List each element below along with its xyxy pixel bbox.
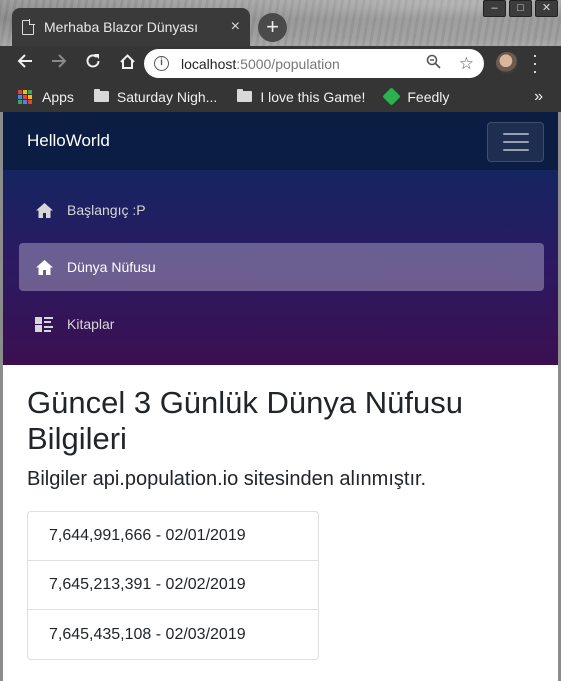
browser-toolbar: i localhost:5000/population ☆ · · · bbox=[0, 46, 561, 81]
back-arrow-icon[interactable] bbox=[8, 53, 42, 74]
bookmark-label: Apps bbox=[42, 88, 74, 105]
address-bar[interactable]: i localhost:5000/population ☆ bbox=[144, 49, 484, 78]
bookmark-folder-saturday[interactable]: Saturday Nigh... bbox=[93, 88, 218, 105]
site-info-icon[interactable]: i bbox=[154, 56, 169, 71]
list-item: 7,644,991,666 - 02/01/2019 bbox=[28, 512, 318, 561]
page-subtitle: Bilgiler api.population.io sitesinden al… bbox=[27, 468, 427, 490]
reload-icon[interactable] bbox=[76, 53, 110, 74]
population-list: 7,644,991,666 - 02/01/2019 7,645,213,391… bbox=[27, 511, 319, 660]
home-icon bbox=[35, 258, 53, 276]
folder-icon bbox=[93, 89, 109, 102]
profile-avatar[interactable] bbox=[496, 52, 518, 74]
nav-item-label: Kitaplar bbox=[67, 316, 115, 332]
app-navbar: HelloWorld bbox=[3, 112, 558, 170]
browser-tab-strip: Merhaba Blazor Dünyası × + – □ ✕ bbox=[0, 0, 561, 46]
bookmark-label: Saturday Nigh... bbox=[116, 88, 218, 105]
minimize-button[interactable]: – bbox=[483, 0, 506, 17]
zoom-icon[interactable] bbox=[426, 54, 441, 73]
home-icon bbox=[35, 201, 53, 219]
forward-arrow-icon[interactable] bbox=[42, 53, 76, 74]
tab-title: Merhaba Blazor Dünyası bbox=[44, 19, 199, 35]
bookmarks-overflow-icon[interactable]: » bbox=[534, 88, 543, 106]
page-title: Güncel 3 Günlük Dünya Nüfusu Bilgileri bbox=[27, 385, 463, 456]
bookmark-label: I love this Game! bbox=[260, 88, 366, 105]
tab-close-icon[interactable]: × bbox=[231, 18, 240, 36]
bookmark-apps[interactable]: Apps bbox=[0, 89, 74, 105]
feedly-icon bbox=[382, 87, 402, 106]
navbar-toggle-button[interactable] bbox=[487, 122, 544, 162]
sidebar-nav: Başlangıç :P Dünya Nüfusu Kitaplar bbox=[3, 170, 558, 365]
bookmark-folder-game[interactable]: I love this Game! bbox=[237, 89, 365, 105]
folder-icon bbox=[237, 89, 253, 102]
bookmark-feedly[interactable]: Feedly bbox=[382, 87, 450, 106]
new-tab-button[interactable]: + bbox=[258, 13, 287, 42]
browser-menu-icon[interactable]: · · · bbox=[532, 46, 538, 80]
nav-item-label: Başlangıç :P bbox=[67, 202, 146, 218]
list-item: 7,645,435,108 - 02/03/2019 bbox=[49, 625, 246, 643]
app-brand[interactable]: HelloWorld bbox=[27, 131, 110, 151]
nav-item-home[interactable]: Başlangıç :P bbox=[19, 186, 544, 234]
close-window-button[interactable]: ✕ bbox=[535, 0, 558, 17]
list-icon bbox=[35, 315, 53, 333]
browser-tab[interactable]: Merhaba Blazor Dünyası × bbox=[12, 8, 250, 46]
nav-item-population[interactable]: Dünya Nüfusu bbox=[19, 243, 544, 291]
url-text[interactable]: localhost:5000/population bbox=[181, 56, 340, 72]
bookmark-star-icon[interactable]: ☆ bbox=[459, 54, 474, 74]
maximize-button[interactable]: □ bbox=[509, 0, 532, 17]
main-content: Güncel 3 Günlük Dünya Nüfusu Bilgileri B… bbox=[3, 365, 558, 681]
window-controls: – □ ✕ bbox=[483, 0, 558, 17]
page-icon bbox=[22, 18, 35, 35]
bookmark-label: Feedly bbox=[407, 88, 450, 105]
nav-item-books[interactable]: Kitaplar bbox=[19, 300, 544, 348]
list-item: 7,645,213,391 - 02/02/2019 bbox=[28, 561, 318, 610]
bookmarks-bar: Apps Saturday Nigh... I love this Game! … bbox=[0, 81, 561, 112]
home-icon[interactable] bbox=[110, 53, 144, 75]
apps-grid-icon bbox=[18, 89, 32, 104]
nav-item-label: Dünya Nüfusu bbox=[67, 259, 156, 275]
